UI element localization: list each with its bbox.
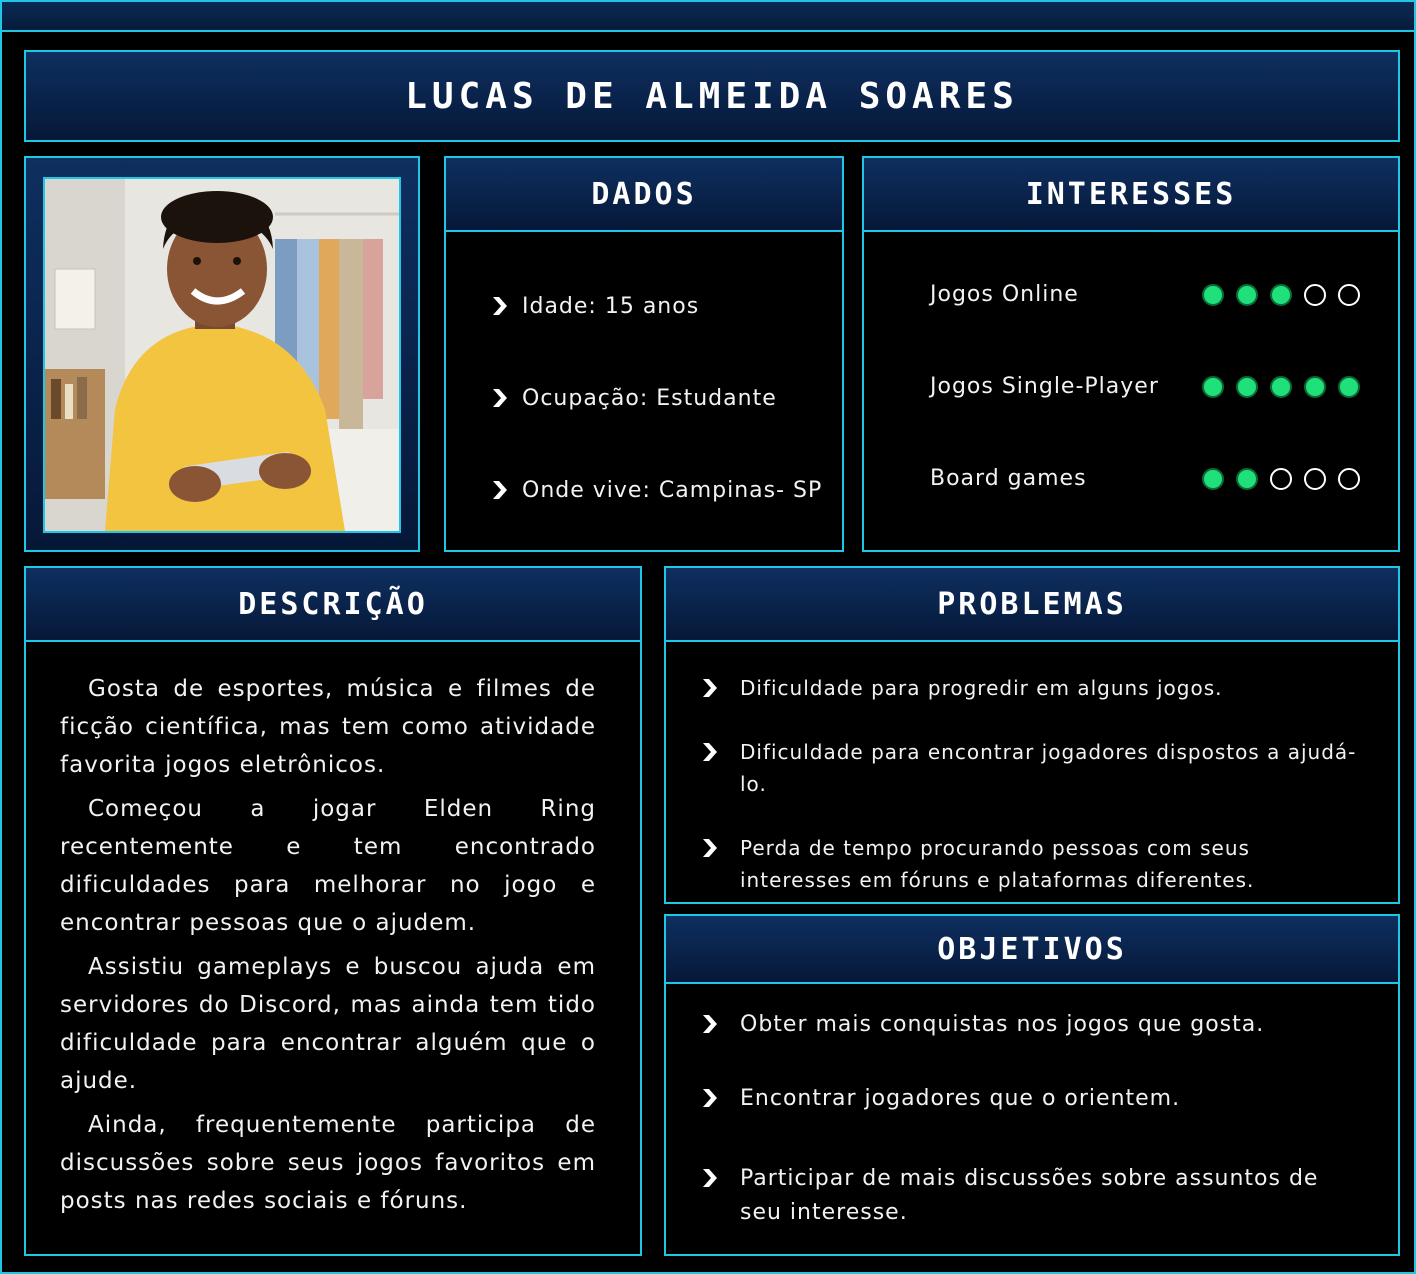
objetivos-header: Objetivos — [666, 916, 1398, 984]
dados-panel: Dados Idade: 15 anos Ocupação: Estudante… — [444, 156, 844, 552]
rating-dot-filled — [1236, 283, 1258, 306]
title-panel: Lucas de Almeida Soares — [24, 50, 1400, 142]
rating-dot-filled — [1236, 467, 1258, 490]
rating-dot-filled — [1202, 467, 1224, 490]
chevron-right-icon — [703, 1089, 717, 1107]
top-bar — [2, 2, 1414, 32]
objetivos-panel: Objetivos Obter mais conquistas nos jogo… — [664, 914, 1400, 1256]
problemas-list: Dificuldade para progredir em alguns jog… — [700, 672, 1360, 896]
objetivo-item: Encontrar jogadores que o orientem. — [700, 1082, 1360, 1116]
rating-dot-filled — [1338, 375, 1360, 398]
interest-label: Board games — [930, 466, 1087, 491]
chevron-right-icon — [493, 481, 507, 499]
rating-dot-empty — [1338, 283, 1360, 306]
descricao-body: Gosta de esportes, música e filmes de fi… — [60, 670, 596, 1226]
problema-item: Perda de tempo procurando pessoas com se… — [700, 832, 1340, 896]
problema-item: Dificuldade para encontrar jogadores dis… — [700, 736, 1360, 800]
interest-row: Board games — [930, 466, 1360, 491]
chevron-right-icon — [703, 743, 717, 761]
persona-photo — [43, 177, 401, 533]
rating-dot-empty — [1270, 467, 1292, 490]
rating-dot-empty — [1304, 283, 1326, 306]
dados-item-text: Onde vive: Campinas- SP — [522, 477, 823, 503]
descricao-title: Descrição — [238, 586, 428, 622]
descricao-paragraph: Ainda, frequentemente participa de discu… — [60, 1112, 596, 1214]
objetivo-text: Participar de mais discussões sobre assu… — [740, 1166, 1319, 1225]
rating-dot-empty — [1304, 467, 1326, 490]
interesses-header: Interesses — [864, 158, 1398, 232]
descricao-paragraph: Gosta de esportes, música e filmes de fi… — [60, 676, 596, 778]
dados-item: Onde vive: Campinas- SP — [490, 470, 822, 510]
interest-rating — [1202, 467, 1360, 490]
interesses-title: Interesses — [1025, 176, 1237, 212]
interest-rating — [1202, 283, 1360, 306]
objetivo-text: Encontrar jogadores que o orientem. — [740, 1086, 1181, 1111]
problema-item: Dificuldade para progredir em alguns jog… — [700, 672, 1360, 704]
problema-text: Perda de tempo procurando pessoas com se… — [740, 836, 1255, 892]
dados-item-text: Idade: 15 anos — [522, 293, 700, 319]
rating-dot-filled — [1202, 375, 1224, 398]
rating-dot-filled — [1270, 283, 1292, 306]
chevron-right-icon — [703, 1169, 717, 1187]
descricao-panel: Descrição Gosta de esportes, música e fi… — [24, 566, 642, 1256]
interest-row: Jogos Online — [930, 282, 1360, 307]
problemas-panel: Problemas Dificuldade para progredir em … — [664, 566, 1400, 904]
objetivos-list: Obter mais conquistas nos jogos que gost… — [700, 1008, 1360, 1230]
problema-text: Dificuldade para encontrar jogadores dis… — [740, 740, 1357, 796]
rating-dot-empty — [1338, 467, 1360, 490]
interest-row: Jogos Single-Player — [930, 374, 1360, 399]
dados-item: Idade: 15 anos — [490, 286, 822, 326]
objetivo-item: Participar de mais discussões sobre assu… — [700, 1162, 1340, 1230]
problemas-header: Problemas — [666, 568, 1398, 642]
persona-name: Lucas de Almeida Soares — [405, 75, 1019, 117]
interesses-panel: Interesses Jogos Online Jogos Single-Pla… — [862, 156, 1400, 552]
photo-panel — [24, 156, 420, 552]
problemas-title: Problemas — [937, 586, 1127, 622]
dados-title: Dados — [591, 176, 697, 212]
dados-item: Ocupação: Estudante — [490, 378, 822, 418]
interest-label: Jogos Online — [930, 282, 1079, 307]
interest-label: Jogos Single-Player — [930, 374, 1159, 399]
rating-dot-filled — [1236, 375, 1258, 398]
chevron-right-icon — [703, 1015, 717, 1033]
rating-dot-filled — [1202, 283, 1224, 306]
dados-item-text: Ocupação: Estudante — [522, 385, 777, 411]
persona-card: Lucas de Almeida Soares — [0, 0, 1416, 1274]
chevron-right-icon — [493, 297, 507, 315]
descricao-paragraph: Assistiu gameplays e buscou ajuda em ser… — [60, 954, 596, 1094]
descricao-paragraph: Começou a jogar Elden Ring recentemente … — [60, 796, 596, 936]
chevron-right-icon — [703, 839, 717, 857]
dados-list: Idade: 15 anos Ocupação: Estudante Onde … — [490, 286, 822, 562]
objetivo-item: Obter mais conquistas nos jogos que gost… — [700, 1008, 1360, 1042]
rating-dot-filled — [1304, 375, 1326, 398]
interest-rating — [1202, 375, 1360, 398]
objetivo-text: Obter mais conquistas nos jogos que gost… — [740, 1012, 1265, 1037]
rating-dot-filled — [1270, 375, 1292, 398]
chevron-right-icon — [703, 679, 717, 697]
descricao-header: Descrição — [26, 568, 640, 642]
persona-photo-illustration — [45, 179, 399, 531]
problema-text: Dificuldade para progredir em alguns jog… — [740, 676, 1223, 700]
dados-header: Dados — [446, 158, 842, 232]
chevron-right-icon — [493, 389, 507, 407]
objetivos-title: Objetivos — [937, 931, 1127, 967]
